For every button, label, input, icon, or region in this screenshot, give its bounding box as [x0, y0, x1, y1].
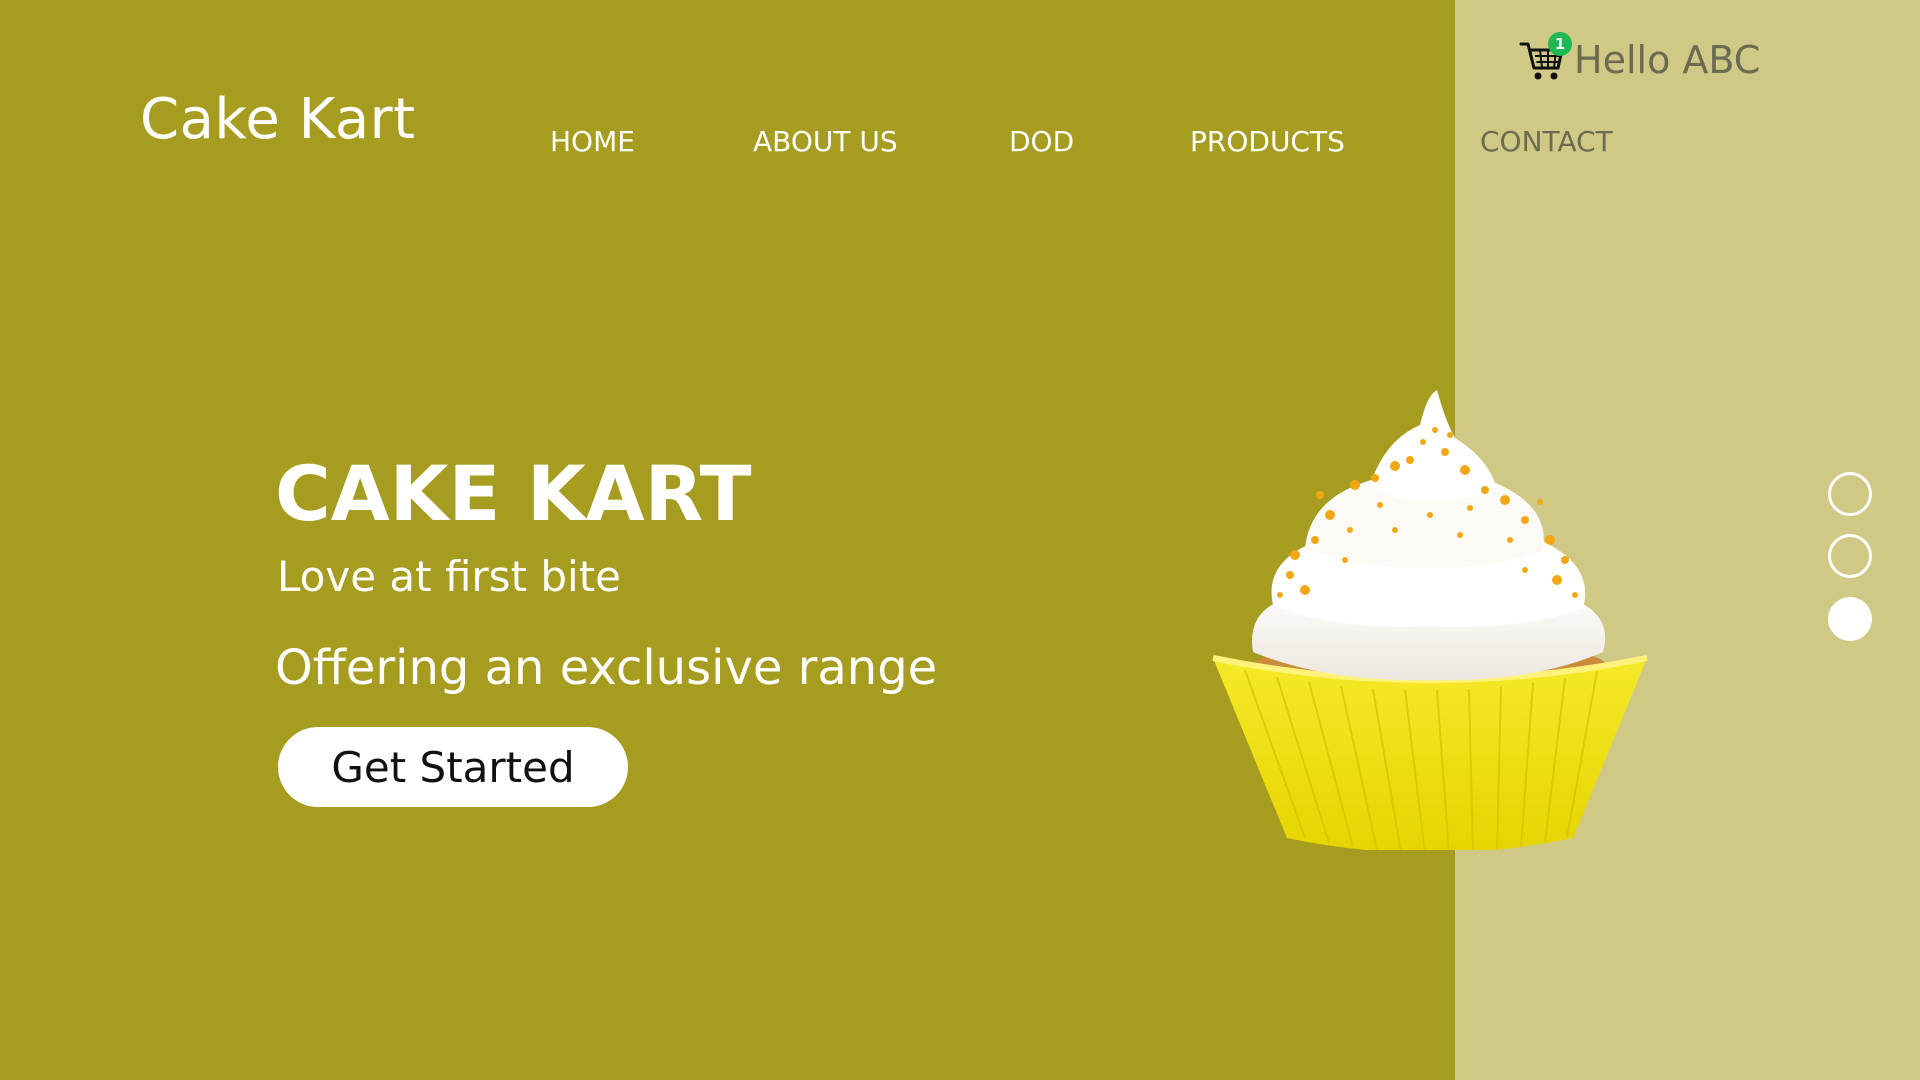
slide-dot-2[interactable] [1828, 534, 1872, 578]
cart-count-badge: 1 [1548, 32, 1572, 56]
nav-item-products[interactable]: PRODUCTS [1190, 128, 1345, 156]
slide-dot-3[interactable] [1828, 597, 1872, 641]
hero-tagline: Love at first bite [277, 552, 622, 601]
nav-item-contact[interactable]: CONTACT [1480, 128, 1613, 156]
cart-button[interactable]: 1 [1518, 32, 1572, 84]
slide-dot-1[interactable] [1828, 472, 1872, 516]
user-area: 1 Hello ABC [1518, 32, 1761, 84]
nav-item-about-us[interactable]: ABOUT US [753, 128, 898, 156]
site-logo[interactable]: Cake Kart [140, 92, 416, 148]
hero-description: Offering an exclusive range [275, 640, 938, 696]
cupcake-image [1212, 390, 1648, 850]
landing-page: Cake Kart HOME ABOUT US DOD PRODUCTS CON… [0, 0, 1920, 1080]
get-started-button[interactable]: Get Started [278, 727, 628, 807]
nav-item-home[interactable]: HOME [550, 128, 635, 156]
user-greeting: Hello ABC [1574, 38, 1761, 82]
nav-item-dod[interactable]: DOD [1009, 128, 1074, 156]
hero-title: CAKE KART [275, 449, 752, 538]
